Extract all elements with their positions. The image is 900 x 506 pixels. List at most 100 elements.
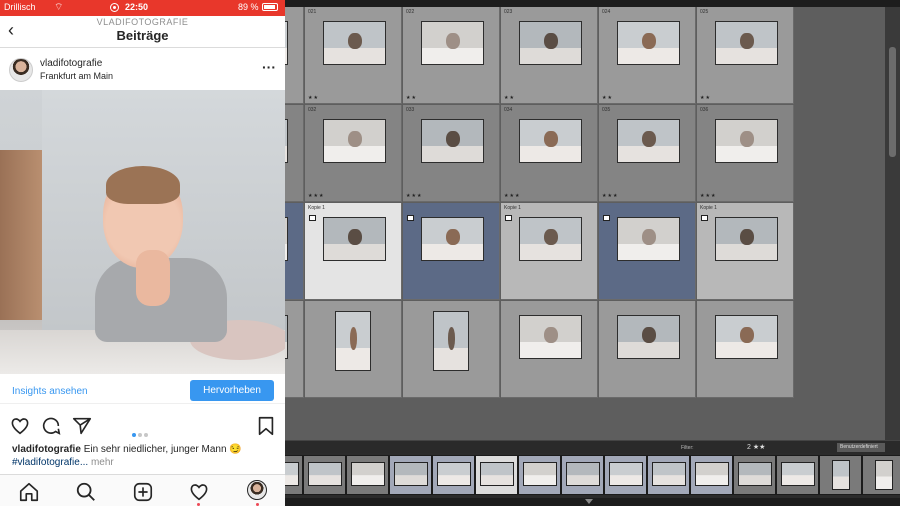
filmstrip-thumbnail[interactable] <box>303 455 346 495</box>
filmstrip-thumbnail[interactable] <box>733 455 776 495</box>
photo-thumbnail[interactable] <box>421 119 484 163</box>
star-rating[interactable]: ★★★ <box>504 193 520 199</box>
filmstrip-thumbnail[interactable] <box>776 455 819 495</box>
library-grid[interactable]: 021 ★★ 022 ★★ 023 ★★ 024 ★★ 025 ★★ 032 ★★★ 033 ★★★ 034… <box>285 7 885 440</box>
photo-thumbnail[interactable] <box>617 315 680 359</box>
star-rating[interactable]: ★★★ <box>406 193 422 199</box>
photo-thumbnail[interactable] <box>285 217 288 261</box>
grid-cell[interactable] <box>599 203 696 300</box>
grid-cell[interactable] <box>285 203 304 300</box>
more-options-icon[interactable]: ··· <box>262 59 276 75</box>
filmstrip-thumbnail[interactable] <box>604 455 647 495</box>
star-rating[interactable]: ★★ <box>504 95 515 101</box>
comment-icon[interactable] <box>40 415 62 437</box>
photo-thumbnail[interactable] <box>519 21 582 65</box>
search-icon[interactable] <box>75 481 97 503</box>
filmstrip-thumbnail[interactable] <box>346 455 389 495</box>
star-rating[interactable]: ★★★ <box>700 193 716 199</box>
photo-thumbnail[interactable] <box>323 119 386 163</box>
photo-thumbnail[interactable] <box>617 21 680 65</box>
panel-toggle-triangle-icon[interactable] <box>585 499 593 504</box>
grid-cell[interactable]: 036 ★★★ <box>697 105 794 202</box>
promote-button[interactable]: Hervorheben <box>190 380 274 401</box>
star-rating[interactable]: ★★★ <box>308 193 324 199</box>
profile-avatar-tab[interactable] <box>247 480 267 500</box>
photo-thumbnail[interactable] <box>285 119 288 163</box>
caption-more-link[interactable]: mehr <box>91 457 114 468</box>
insights-link[interactable]: Insights ansehen <box>12 386 88 397</box>
paper-plane-icon[interactable] <box>71 415 93 437</box>
star-rating[interactable]: ★★ <box>308 95 319 101</box>
thumbnail-bed <box>520 146 581 162</box>
grid-cell[interactable]: 034 ★★★ <box>501 105 598 202</box>
filmstrip-thumbnail[interactable] <box>647 455 690 495</box>
grid-cell[interactable]: Kopie 1 <box>501 203 598 300</box>
post-author-name[interactable]: vladifotografie <box>40 58 102 69</box>
grid-cell[interactable]: 021 ★★ <box>305 7 402 104</box>
filmstrip[interactable] <box>285 453 900 498</box>
bookmark-icon[interactable] <box>255 415 277 437</box>
grid-cell[interactable] <box>501 301 598 398</box>
photo-thumbnail[interactable] <box>421 217 484 261</box>
filmstrip-thumbnail[interactable] <box>285 455 303 495</box>
grid-scrollbar[interactable] <box>885 7 900 440</box>
star-rating[interactable]: ★★★ <box>602 193 618 199</box>
photo-thumbnail[interactable] <box>617 217 680 261</box>
filter-star-rating[interactable]: 2 ★★ <box>747 443 765 451</box>
activity-heart-icon[interactable] <box>188 481 210 503</box>
author-avatar[interactable] <box>9 58 33 82</box>
grid-cell[interactable]: 025 ★★ <box>697 7 794 104</box>
photo-thumbnail[interactable] <box>715 21 778 65</box>
grid-cell[interactable] <box>305 301 402 398</box>
grid-cell[interactable] <box>285 7 304 104</box>
scrollbar-thumb[interactable] <box>889 47 896 157</box>
star-rating[interactable]: ★★ <box>406 95 417 101</box>
filmstrip-thumbnail[interactable] <box>819 455 862 495</box>
grid-cell[interactable] <box>697 301 794 398</box>
grid-cell[interactable] <box>285 105 304 202</box>
star-rating[interactable]: ★★ <box>700 95 711 101</box>
grid-cell[interactable]: 023 ★★ <box>501 7 598 104</box>
photo-thumbnail[interactable] <box>433 311 469 371</box>
filmstrip-thumbnail[interactable] <box>561 455 604 495</box>
filmstrip-thumbnail[interactable] <box>518 455 561 495</box>
caption-hashtag[interactable]: #vladifotografie... <box>12 457 88 468</box>
add-post-icon[interactable] <box>132 481 154 503</box>
home-icon[interactable] <box>18 481 40 503</box>
photo-thumbnail[interactable] <box>285 315 288 359</box>
filmstrip-thumbnail[interactable] <box>862 455 900 495</box>
photo-thumbnail[interactable] <box>617 119 680 163</box>
grid-cell[interactable]: 032 ★★★ <box>305 105 402 202</box>
filmstrip-thumbnail[interactable] <box>690 455 733 495</box>
grid-cell[interactable]: 024 ★★ <box>599 7 696 104</box>
post-location[interactable]: Frankfurt am Main <box>40 71 113 81</box>
grid-cell[interactable]: Kopie 1 <box>305 203 402 300</box>
caption-username[interactable]: vladifotografie <box>12 444 81 455</box>
star-rating[interactable]: ★★ <box>602 95 613 101</box>
photo-thumbnail[interactable] <box>335 311 371 371</box>
grid-cell[interactable]: 022 ★★ <box>403 7 500 104</box>
grid-cell[interactable] <box>403 203 500 300</box>
grid-cell[interactable] <box>403 301 500 398</box>
photo-thumbnail[interactable] <box>715 315 778 359</box>
photo-thumbnail[interactable] <box>519 315 582 359</box>
grid-cell[interactable] <box>285 301 304 398</box>
grid-cell[interactable]: 035 ★★★ <box>599 105 696 202</box>
photo-thumbnail[interactable] <box>519 119 582 163</box>
filter-preset-select[interactable]: Benutzerdefiniert <box>837 443 885 452</box>
filmstrip-thumbnail[interactable] <box>475 455 518 495</box>
photo-thumbnail[interactable] <box>323 217 386 261</box>
grid-cell[interactable]: Kopie 1 <box>697 203 794 300</box>
heart-icon[interactable] <box>9 415 31 437</box>
post-photo[interactable] <box>0 90 285 374</box>
photo-thumbnail[interactable] <box>323 21 386 65</box>
grid-cell[interactable] <box>599 301 696 398</box>
photo-thumbnail[interactable] <box>715 217 778 261</box>
filmstrip-thumbnail[interactable] <box>389 455 432 495</box>
photo-thumbnail[interactable] <box>421 21 484 65</box>
filmstrip-thumbnail[interactable] <box>432 455 475 495</box>
grid-cell[interactable]: 033 ★★★ <box>403 105 500 202</box>
photo-thumbnail[interactable] <box>285 21 288 65</box>
photo-thumbnail[interactable] <box>519 217 582 261</box>
photo-thumbnail[interactable] <box>715 119 778 163</box>
